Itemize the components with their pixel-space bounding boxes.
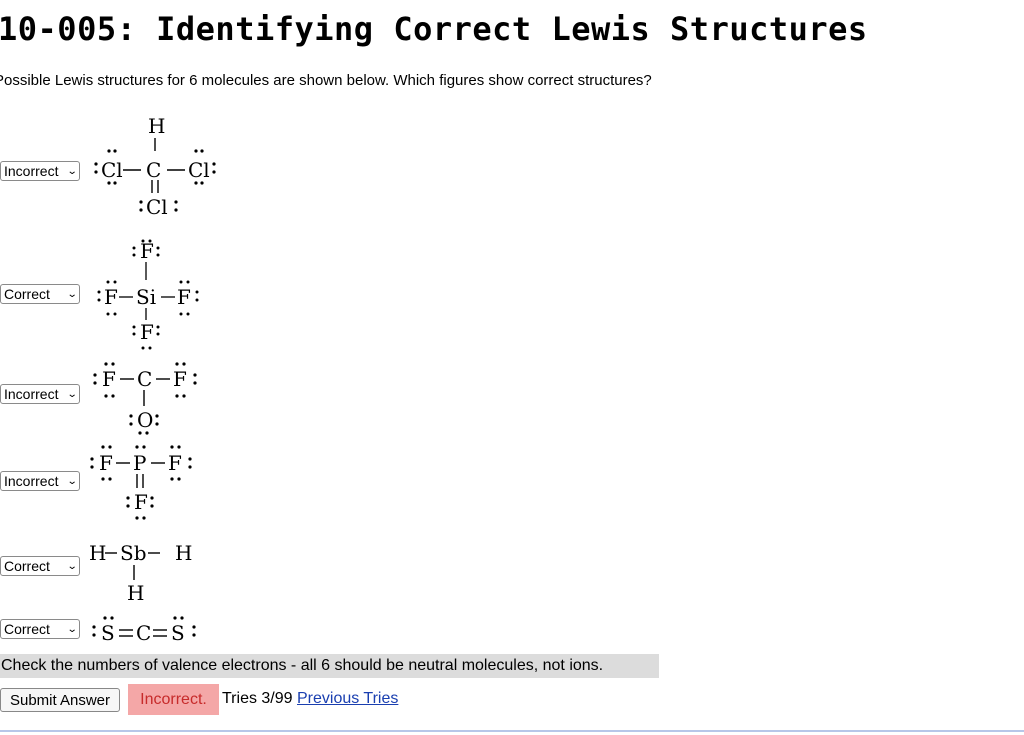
lewis-structures-figure: H Cl C Cl Cl F F Si F F F C F O F P F F … [89, 114, 216, 645]
atom-label: F [99, 451, 113, 475]
atom-label: Cl [188, 158, 210, 182]
atom-label: O [137, 408, 153, 432]
atom-label: Cl [146, 195, 168, 219]
submit-answer-button[interactable]: Submit Answer [0, 688, 120, 712]
hint-message: Check the numbers of valence electrons -… [0, 654, 659, 678]
atom-label: F [102, 367, 116, 391]
atom-label: Cl [101, 158, 123, 182]
atom-label: F [140, 320, 154, 344]
atom-label: H [89, 541, 106, 565]
atom-label: S [101, 621, 115, 645]
atom-label: H [148, 114, 165, 138]
status-badge: Incorrect. [128, 684, 219, 715]
atom-label: F [177, 285, 191, 309]
tries-info: Tries 3/99 Previous Tries [222, 688, 398, 710]
atom-label: C [136, 621, 151, 645]
atom-label: Sb [120, 541, 147, 565]
atom-label: F [140, 239, 154, 263]
atom-label: C [146, 158, 161, 182]
atom-label: F [173, 367, 187, 391]
molecule-1: H Cl C Cl Cl [94, 114, 216, 219]
atom-label: F [168, 451, 182, 475]
molecule-2: F F Si F F [97, 239, 199, 350]
atom-label: H [127, 581, 144, 605]
atom-label: P [133, 451, 146, 475]
molecule-4: F P F F [90, 445, 192, 520]
molecule-3: F C F O [93, 362, 197, 435]
atom-label: S [171, 621, 185, 645]
atom-label: F [104, 285, 118, 309]
atom-label: Si [136, 285, 156, 309]
molecule-6: S C S [92, 616, 196, 645]
molecule-5: H Sb H H [89, 541, 192, 605]
previous-tries-link[interactable]: Previous Tries [297, 690, 398, 707]
divider [0, 730, 1024, 732]
atom-label: H [175, 541, 192, 565]
atom-label: F [134, 490, 148, 514]
atom-label: C [137, 367, 152, 391]
tries-count: Tries 3/99 [222, 690, 293, 707]
